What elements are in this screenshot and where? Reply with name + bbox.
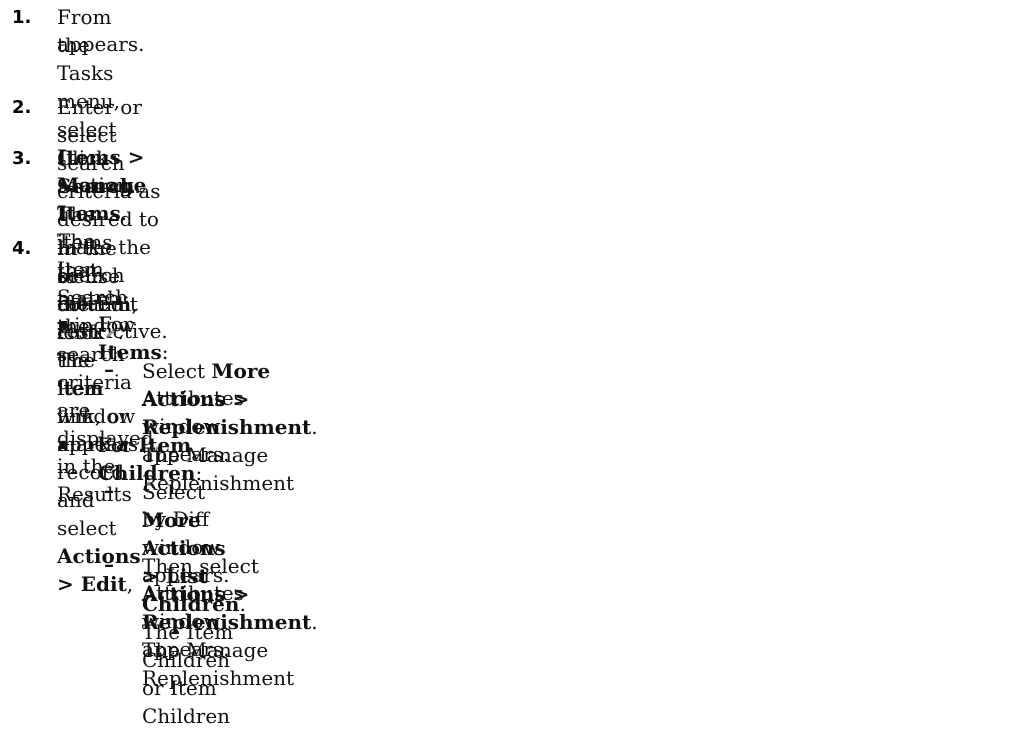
dash-bullet-icon: – [104,357,114,381]
action-text-line2: Attributes window appears. [142,581,244,661]
dash-bullet-icon: – [104,478,114,502]
procedure-document: 1. From the Tasks menu, select Items > M… [0,0,1029,728]
step-number: 2. [12,97,32,118]
step-text-line2: appears. [57,32,145,56]
step-number: 4. [12,238,32,259]
bullet-icon [60,321,67,328]
bullet-icon [60,442,67,449]
step-text-part: Click [57,146,109,170]
step-text-line2: section. [57,173,137,197]
step-number: 3. [12,148,32,169]
step-number: 1. [12,7,32,28]
step-text-part: , [126,572,134,596]
dash-bullet-icon: – [104,552,114,576]
